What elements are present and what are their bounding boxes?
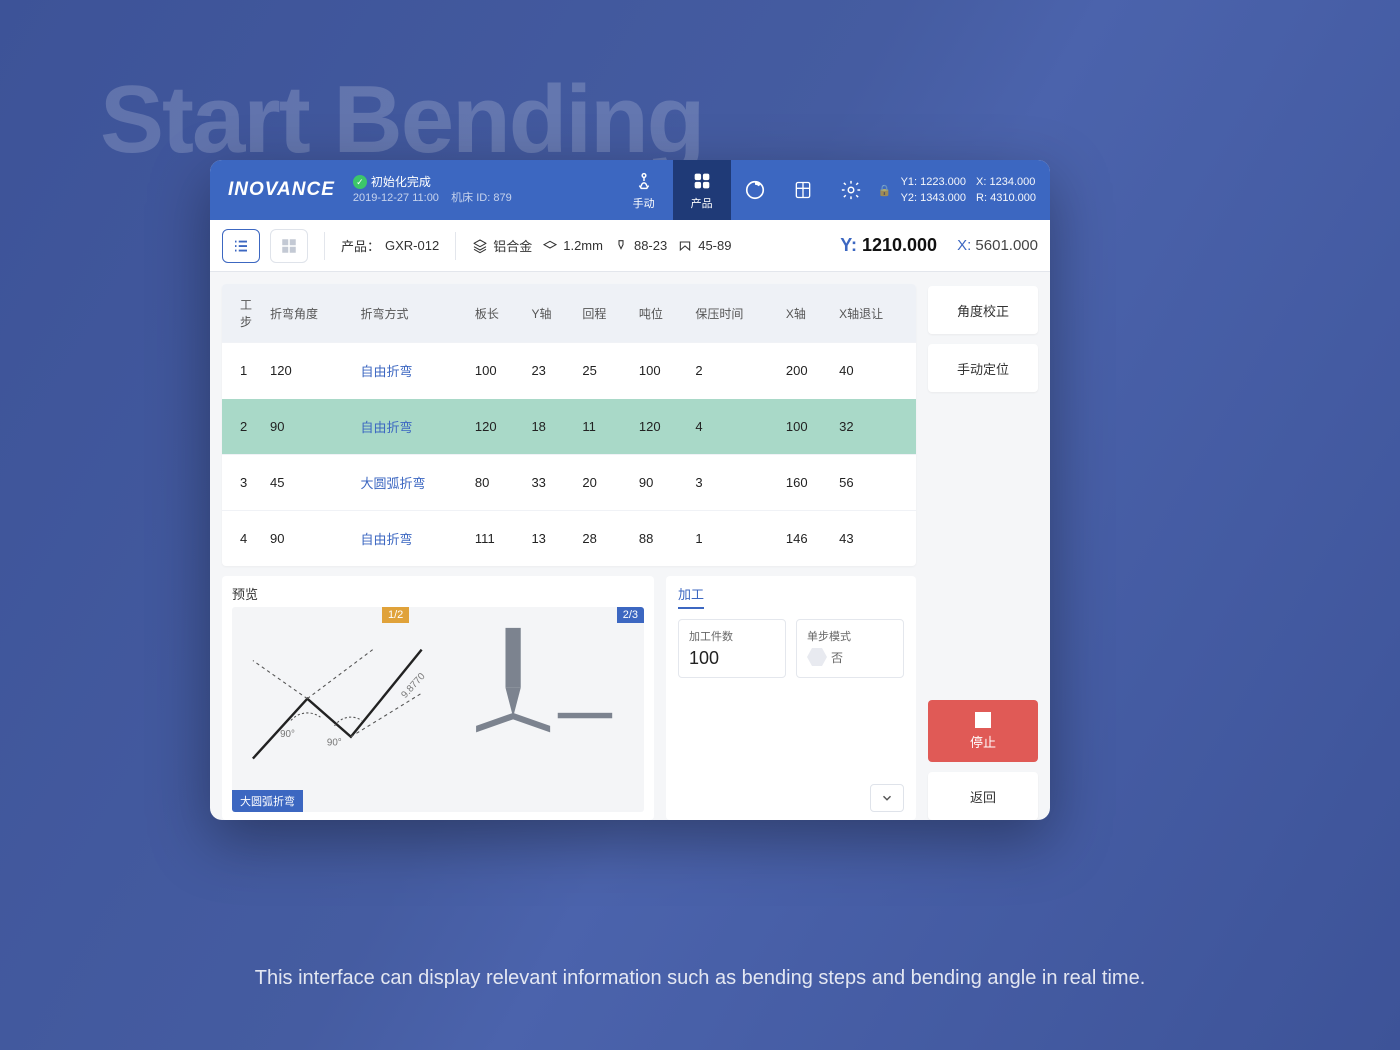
- collapse-button[interactable]: [870, 784, 904, 812]
- preview-panel: 预览 1/2 2/3: [222, 576, 654, 820]
- nav-manual[interactable]: 手动: [615, 160, 673, 220]
- list-icon: [232, 237, 250, 255]
- svg-text:9.8770: 9.8770: [399, 671, 428, 701]
- count-card[interactable]: 加工件数 100: [678, 619, 786, 678]
- info-x: X: 5601.000: [957, 237, 1038, 254]
- nav: 手动 产品: [615, 160, 875, 220]
- nav-calculator[interactable]: [779, 160, 827, 220]
- nav-settings[interactable]: [827, 160, 875, 220]
- header-bar: INOVANCE ✓ 初始化完成 2019-12-27 11:00 机床 ID:…: [210, 160, 1050, 220]
- step-mode-card[interactable]: 单步模式 否: [796, 619, 904, 678]
- check-icon: ✓: [353, 175, 367, 189]
- machine-id: 879: [493, 192, 511, 204]
- table-row[interactable]: 1120自由折弯1002325100220040: [222, 343, 916, 399]
- status-block: ✓ 初始化完成 2019-12-27 11:00 机床 ID: 879: [353, 174, 512, 206]
- preview-title: 预览: [232, 584, 644, 603]
- lock-icon: 🔒: [875, 184, 895, 197]
- nav-product[interactable]: 产品: [673, 160, 731, 220]
- app-panel: INOVANCE ✓ 初始化完成 2019-12-27 11:00 机床 ID:…: [210, 160, 1050, 820]
- table-row[interactable]: 345大圆弧折弯80332090316056: [222, 455, 916, 511]
- tool2-info: 45-89: [677, 238, 731, 254]
- nav-dial[interactable]: [731, 160, 779, 220]
- calculator-icon: [793, 180, 813, 200]
- table-header-row: 工步折弯角度 折弯方式板长 Y轴回程 吨位保压时间 X轴X轴退让: [222, 284, 916, 343]
- table-row[interactable]: 490自由折弯111132888114643: [222, 511, 916, 567]
- status-datetime: 2019-12-27 11:00: [353, 192, 439, 204]
- preview-canvas: 1/2 2/3 90°: [232, 607, 644, 812]
- chevron-down-icon: [880, 791, 894, 805]
- stop-icon: [975, 712, 991, 728]
- info-y: Y: 1210.000: [840, 235, 937, 256]
- back-button[interactable]: 返回: [928, 772, 1038, 820]
- product-info: 产品：GXR-012: [341, 236, 439, 255]
- die-icon: [677, 238, 693, 254]
- layers-icon: [472, 238, 488, 254]
- process-title: 加工: [678, 584, 704, 609]
- angle-correct-button[interactable]: 角度校正: [928, 286, 1038, 334]
- nav-product-label: 产品: [691, 195, 713, 211]
- preview-drawing: 90° 90° 9.8770: [242, 617, 634, 769]
- svg-text:90°: 90°: [280, 729, 295, 740]
- grid-icon: [280, 237, 298, 255]
- svg-text:90°: 90°: [327, 737, 342, 748]
- preview-tag: 大圆弧折弯: [232, 790, 303, 812]
- stop-button[interactable]: 停止: [928, 700, 1038, 762]
- logo: INOVANCE: [228, 179, 335, 201]
- tool1-info: 88-23: [613, 238, 667, 254]
- material-info: 铝合金: [472, 236, 532, 255]
- status-text: 初始化完成: [371, 174, 431, 191]
- table-row[interactable]: 290自由折弯1201811120410032: [222, 399, 916, 455]
- machine-id-label: 机床 ID:: [451, 192, 490, 204]
- caption-text: This interface can display relevant info…: [0, 967, 1400, 990]
- grid-view-button[interactable]: [270, 229, 308, 263]
- hand-touch-icon: [633, 170, 655, 192]
- steps-table: 工步折弯角度 折弯方式板长 Y轴回程 吨位保压时间 X轴X轴退让 1120自由折…: [222, 284, 916, 566]
- info-bar: 产品：GXR-012 铝合金 1.2mm 88-23 45-89 Y: 1210…: [210, 220, 1050, 272]
- header-coords: Y1: 1223.000 X: 1234.000 Y2: 1343.000 R:…: [895, 174, 1050, 207]
- background-title: Start Bending: [100, 65, 703, 175]
- manual-position-button[interactable]: 手动定位: [928, 344, 1038, 392]
- grid-apps-icon: [691, 170, 713, 192]
- punch-icon: [613, 238, 629, 254]
- list-view-button[interactable]: [222, 229, 260, 263]
- nav-manual-label: 手动: [633, 195, 655, 211]
- dial-icon: [744, 179, 766, 201]
- thickness-info: 1.2mm: [542, 238, 603, 254]
- sheet-icon: [542, 238, 558, 254]
- process-panel: 加工 加工件数 100 单步模式 否: [666, 576, 916, 820]
- gear-icon: [840, 179, 862, 201]
- toggle-icon: [807, 648, 827, 666]
